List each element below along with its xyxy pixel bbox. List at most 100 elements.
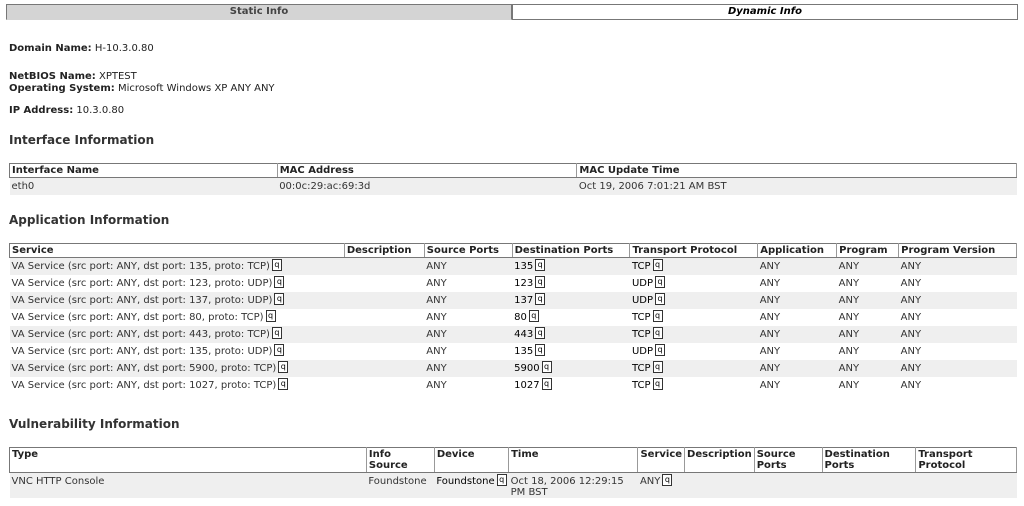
vuln-header-description: Description — [684, 447, 755, 473]
query-icon[interactable]: q — [274, 293, 285, 305]
query-icon[interactable]: q — [655, 276, 666, 288]
program-cell: ANY — [836, 326, 899, 343]
query-icon[interactable]: q — [535, 259, 546, 271]
destination-ports-cell: 123 q — [512, 275, 630, 292]
application-table: Service Description Source Ports Destina… — [9, 243, 1017, 394]
program-version-cell: ANY — [898, 309, 1017, 326]
query-icon[interactable]: q — [278, 378, 289, 390]
description-cell — [344, 377, 425, 394]
service-cell: VA Service (src port: ANY, dst port: 80,… — [9, 309, 345, 326]
service-value: VA Service (src port: ANY, dst port: 135… — [11, 261, 270, 272]
vuln-time-cell: Oct 18, 2006 12:29:15 PM BST — [508, 472, 638, 498]
query-icon[interactable]: q — [535, 276, 546, 288]
query-icon[interactable]: q — [541, 361, 552, 373]
program-version-cell: ANY — [898, 257, 1017, 275]
vuln-source-ports-cell — [754, 472, 823, 498]
query-icon[interactable]: q — [652, 361, 663, 373]
transport-protocol-value: TCP — [631, 312, 651, 323]
vuln-device-cell: Foundstone q — [434, 472, 509, 498]
query-icon[interactable]: q — [655, 344, 666, 356]
table-row: VA Service (src port: ANY, dst port: 443… — [9, 326, 1017, 343]
query-icon[interactable]: q — [535, 327, 546, 339]
netbios-name-value: XPTEST — [98, 71, 137, 82]
query-icon[interactable]: q — [496, 474, 507, 486]
transport-protocol-value: UDP — [631, 346, 654, 357]
destination-ports-cell: 80 q — [512, 309, 630, 326]
description-cell — [344, 292, 425, 309]
transport-protocol-cell: TCP q — [629, 377, 758, 394]
transport-protocol-cell: UDP q — [629, 292, 758, 309]
domain-name-label: Domain Name: — [9, 43, 92, 54]
description-cell — [344, 275, 425, 292]
program-cell: ANY — [836, 309, 899, 326]
description-cell — [344, 326, 425, 343]
service-cell: VA Service (src port: ANY, dst port: 443… — [9, 326, 345, 343]
source-ports-cell: ANY — [424, 326, 513, 343]
query-icon[interactable]: q — [541, 378, 552, 390]
query-icon[interactable]: q — [652, 327, 663, 339]
netbios-name-row: NetBIOS Name: XPTEST — [9, 71, 137, 83]
interface-header-mac: MAC Address — [276, 163, 578, 178]
destination-ports-cell: 1027 q — [512, 377, 630, 394]
destination-ports-value: 123 — [514, 278, 534, 289]
table-row: VA Service (src port: ANY, dst port: 137… — [9, 292, 1017, 309]
query-icon[interactable]: q — [271, 327, 282, 339]
destination-ports-value: 135 — [514, 261, 534, 272]
destination-ports-cell: 137 q — [512, 292, 630, 309]
vuln-header-service: Service — [637, 447, 686, 473]
application-section-title: Application Information — [9, 213, 170, 227]
program-cell: ANY — [836, 377, 899, 394]
netbios-name-label: NetBIOS Name: — [9, 71, 96, 82]
application-cell: ANY — [757, 257, 837, 275]
vuln-header-transport-protocol: Transport Protocol — [915, 447, 1017, 473]
program-version-cell: ANY — [898, 343, 1017, 360]
vulnerability-section-title: Vulnerability Information — [9, 417, 180, 431]
query-icon[interactable]: q — [652, 310, 663, 322]
service-cell: VA Service (src port: ANY, dst port: 590… — [9, 360, 345, 377]
vuln-info-source-cell: Foundstone — [366, 472, 435, 498]
vuln-device-link[interactable]: Foundstone — [436, 476, 494, 487]
description-cell — [344, 257, 425, 275]
query-icon[interactable]: q — [274, 344, 285, 356]
query-icon[interactable]: q — [655, 293, 666, 305]
query-icon[interactable]: q — [278, 361, 289, 373]
interface-header-name: Interface Name — [9, 163, 278, 178]
vulnerability-table: Type Info Source Device Time Service Des… — [9, 447, 1017, 498]
tab-static-info[interactable]: Static Info — [6, 4, 512, 20]
query-icon[interactable]: q — [652, 378, 663, 390]
application-cell: ANY — [757, 326, 837, 343]
vuln-service-value: ANY — [639, 476, 661, 487]
service-value: VA Service (src port: ANY, dst port: 80,… — [11, 312, 264, 323]
application-cell: ANY — [757, 275, 837, 292]
query-icon[interactable]: q — [528, 310, 539, 322]
destination-ports-value: 135 — [514, 346, 534, 357]
destination-ports-value: 80 — [514, 312, 527, 323]
interface-header-update: MAC Update Time — [576, 163, 1017, 178]
domain-name-row: Domain Name: H-10.3.0.80 — [9, 43, 154, 55]
service-value: VA Service (src port: ANY, dst port: 137… — [11, 295, 273, 306]
application-cell: ANY — [757, 292, 837, 309]
table-row: VA Service (src port: ANY, dst port: 135… — [9, 343, 1017, 360]
query-icon[interactable]: q — [535, 344, 546, 356]
program-version-cell: ANY — [898, 360, 1017, 377]
query-icon[interactable]: q — [652, 259, 663, 271]
query-icon[interactable]: q — [535, 293, 546, 305]
transport-protocol-value: UDP — [631, 295, 654, 306]
source-ports-cell: ANY — [424, 292, 513, 309]
service-value: VA Service (src port: ANY, dst port: 123… — [11, 278, 273, 289]
tab-dynamic-info[interactable]: Dynamic Info — [512, 4, 1018, 20]
operating-system-row: Operating System: Microsoft Windows XP A… — [9, 83, 275, 95]
query-icon[interactable]: q — [271, 259, 282, 271]
destination-ports-cell: 135 q — [512, 343, 630, 360]
transport-protocol-value: TCP — [631, 261, 651, 272]
transport-protocol-value: TCP — [631, 380, 651, 391]
query-icon[interactable]: q — [274, 276, 285, 288]
transport-protocol-cell: TCP q — [629, 257, 758, 275]
query-icon[interactable]: q — [662, 474, 673, 486]
table-row: VA Service (src port: ANY, dst port: 123… — [9, 275, 1017, 292]
program-version-cell: ANY — [898, 292, 1017, 309]
description-cell — [344, 309, 425, 326]
interface-section-title: Interface Information — [9, 133, 155, 147]
mac-address-cell: 00:0c:29:ac:69:3d — [277, 177, 577, 195]
query-icon[interactable]: q — [265, 310, 276, 322]
